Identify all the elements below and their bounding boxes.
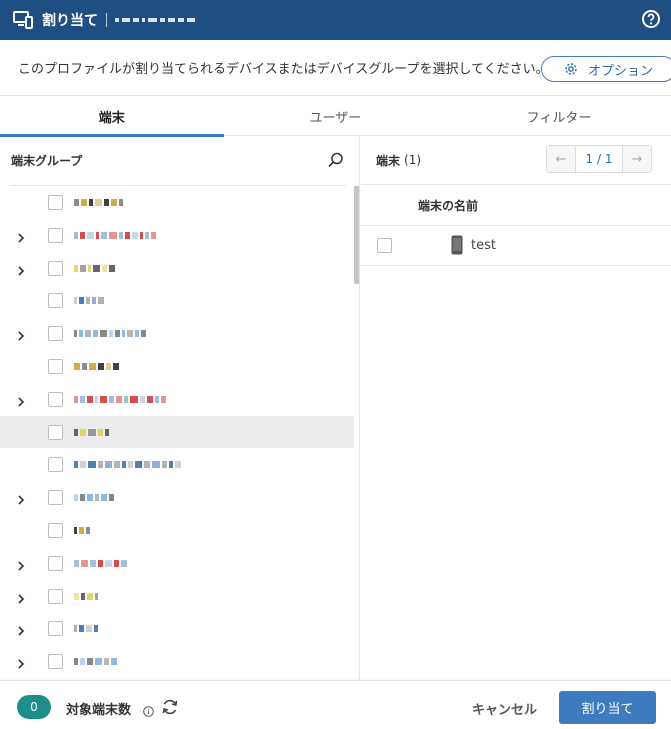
device-count: (1)	[404, 153, 422, 167]
group-checkbox[interactable]	[48, 588, 63, 604]
device-group-title: 端末グループ	[11, 153, 83, 168]
group-row[interactable]	[0, 252, 354, 285]
group-name-redacted	[74, 198, 123, 207]
info-icon[interactable]	[143, 702, 154, 717]
chevron-right-icon[interactable]	[15, 327, 27, 341]
group-row[interactable]	[0, 350, 354, 383]
help-icon[interactable]	[641, 9, 661, 29]
group-checkbox[interactable]	[48, 457, 63, 473]
group-name-redacted	[74, 493, 114, 502]
group-name-redacted	[74, 624, 98, 633]
group-row[interactable]	[0, 481, 354, 514]
group-checkbox[interactable]	[48, 326, 63, 342]
tab-users[interactable]: ユーザー	[224, 96, 448, 136]
group-checkbox[interactable]	[48, 654, 63, 670]
page-indicator: 1 / 1	[575, 146, 623, 172]
group-name-redacted	[74, 592, 98, 601]
chevron-right-icon[interactable]	[15, 655, 27, 669]
target-count-badge: 0	[17, 695, 51, 719]
group-checkbox[interactable]	[48, 555, 63, 571]
group-row[interactable]	[0, 317, 354, 350]
next-page-button[interactable]: →	[623, 146, 651, 172]
cancel-button[interactable]: キャンセル	[472, 699, 537, 718]
group-name-redacted	[74, 231, 156, 240]
chevron-right-icon[interactable]	[15, 393, 27, 407]
column-header-label: 端末の名前	[418, 198, 479, 213]
target-device-label: 対象端末数	[66, 703, 132, 718]
assign-dialog: 割り当て このプロファイルが割り当てられるデバイスまたはデバイスグループを選択し…	[0, 0, 671, 729]
option-label: オプション	[588, 63, 654, 79]
chevron-right-icon[interactable]	[15, 590, 27, 604]
assign-button[interactable]: 割り当て	[559, 691, 656, 724]
dialog-title: 割り当て	[42, 13, 98, 29]
group-row[interactable]	[0, 612, 354, 645]
device-row[interactable]: test	[361, 226, 671, 266]
group-row[interactable]	[0, 219, 354, 252]
refresh-icon[interactable]	[161, 698, 179, 716]
group-checkbox[interactable]	[48, 522, 63, 538]
profile-name-redacted	[115, 18, 195, 22]
chevron-right-icon[interactable]	[15, 229, 27, 243]
prev-page-button[interactable]: ←	[547, 146, 575, 172]
group-row[interactable]	[0, 415, 354, 449]
chevron-right-icon[interactable]	[15, 262, 27, 276]
column-header-device-name: 端末の名前	[361, 184, 671, 226]
group-name-redacted	[74, 264, 115, 273]
gear-icon	[564, 62, 578, 76]
group-row[interactable]	[0, 284, 354, 317]
group-name-redacted	[74, 526, 90, 535]
tab-bar: 端末 ユーザー フィルター	[0, 96, 671, 137]
group-checkbox[interactable]	[48, 358, 63, 374]
group-name-redacted	[74, 296, 104, 305]
group-checkbox[interactable]	[48, 260, 63, 276]
group-checkbox[interactable]	[48, 227, 63, 243]
pagination: ← 1 / 1 →	[546, 145, 652, 173]
group-checkbox[interactable]	[48, 195, 63, 210]
group-row[interactable]	[0, 580, 354, 613]
devices-icon	[12, 9, 34, 31]
scrollbar[interactable]	[354, 186, 359, 284]
group-name-redacted	[74, 428, 109, 437]
device-group-header: 端末グループ	[0, 136, 359, 184]
group-name-redacted	[74, 559, 127, 568]
group-name-redacted	[74, 362, 119, 371]
dialog-header: 割り当て	[0, 0, 671, 40]
search-icon[interactable]	[327, 151, 345, 169]
tab-filters[interactable]: フィルター	[447, 96, 671, 136]
group-name-redacted	[74, 460, 181, 469]
dialog-footer: 0 対象端末数 キャンセル 割り当て	[0, 680, 671, 729]
chevron-right-icon[interactable]	[15, 491, 27, 505]
group-name-redacted	[74, 657, 117, 666]
device-checkbox[interactable]	[377, 238, 392, 253]
group-checkbox[interactable]	[48, 293, 63, 309]
group-row[interactable]	[0, 186, 354, 219]
group-checkbox[interactable]	[48, 391, 63, 407]
group-row[interactable]	[0, 448, 354, 481]
group-checkbox[interactable]	[48, 621, 63, 637]
group-checkbox[interactable]	[48, 490, 63, 506]
title-separator	[106, 13, 107, 27]
tab-devices[interactable]: 端末	[0, 96, 224, 137]
device-group-panel: 端末グループ	[0, 136, 360, 680]
group-checkbox[interactable]	[48, 424, 63, 440]
description-text: このプロファイルが割り当てられるデバイスまたはデバイスグループを選択してください…	[18, 62, 549, 77]
group-name-redacted	[74, 395, 166, 404]
chevron-right-icon[interactable]	[15, 557, 27, 571]
device-group-list	[0, 186, 354, 678]
group-row[interactable]	[0, 383, 354, 416]
device-name: test	[471, 238, 496, 253]
smartphone-icon	[451, 235, 463, 255]
device-list-title: 端末	[376, 153, 401, 168]
chevron-right-icon[interactable]	[15, 622, 27, 636]
group-row[interactable]	[0, 514, 354, 547]
option-button[interactable]: オプション	[541, 56, 671, 82]
device-list-panel: 端末 (1) ← 1 / 1 → 端末の名前 test	[361, 136, 671, 680]
group-name-redacted	[74, 329, 146, 338]
group-row[interactable]	[0, 547, 354, 580]
group-row[interactable]	[0, 645, 354, 678]
